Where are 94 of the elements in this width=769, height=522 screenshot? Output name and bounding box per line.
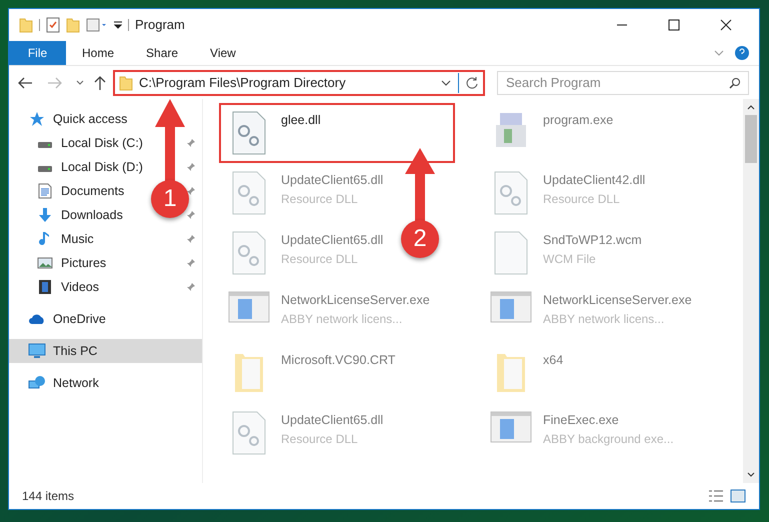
music-note-icon	[39, 231, 51, 247]
nav-item[interactable]: Downloads	[61, 206, 123, 224]
nav-item[interactable]: Local Disk (C:)	[61, 134, 143, 152]
nav-item[interactable]: Music	[61, 230, 94, 248]
file-item[interactable]: UpdateClient42.dll Resource DLL	[481, 163, 654, 223]
view-dropdown-icon[interactable]	[86, 18, 108, 32]
folder-icon	[119, 74, 133, 90]
window-title: Program	[135, 16, 185, 34]
document-icon	[38, 183, 52, 199]
pin-icon[interactable]	[186, 186, 196, 196]
folder-icon	[234, 351, 264, 393]
file-name: UpdateClient65.dll	[281, 412, 384, 429]
file-name: NetworkLicenseServer.exe	[543, 292, 692, 309]
file-type: ABBY network licens...	[281, 310, 404, 328]
scroll-thumb[interactable]	[745, 115, 757, 163]
cloud-icon	[28, 313, 46, 325]
nav-item[interactable]: Quick access	[9, 107, 202, 131]
gear-file-icon	[232, 411, 266, 455]
file-item[interactable]: NetworkLicenseServer.exe ABBY network licens...	[219, 283, 438, 343]
file-name: FineExec.exe	[543, 412, 620, 429]
window-app-icon	[228, 291, 270, 323]
nav-item[interactable]: Local Disk (D:)	[61, 158, 143, 176]
file-type: ABBY background exe...	[543, 430, 674, 448]
file-name: UpdateClient65.dll	[281, 232, 384, 249]
file-type: Resource DLL	[281, 430, 359, 448]
nav-item[interactable]: Videos	[61, 278, 99, 296]
large-icons-view-icon[interactable]	[730, 489, 746, 503]
nav-item[interactable]: OneDrive	[9, 307, 202, 331]
file-item[interactable]: Microsoft.VC90.CRT	[219, 343, 404, 403]
file-type: WCM File	[543, 250, 597, 268]
star-icon	[29, 111, 45, 127]
scrollbar[interactable]	[743, 99, 759, 483]
file-name: glee.dll	[281, 112, 321, 129]
film-icon	[38, 279, 52, 295]
window-app-icon	[490, 291, 532, 323]
nav-item[interactable]: Documents	[61, 182, 124, 200]
pin-icon[interactable]	[186, 234, 196, 244]
address-path: C:\Program Files\Program Directory	[139, 74, 347, 92]
file-type: ABBY network licens...	[543, 310, 666, 328]
monitor-icon	[28, 343, 46, 359]
gear-file-icon	[494, 171, 528, 215]
search-icon[interactable]	[729, 76, 741, 88]
picture-icon	[37, 256, 53, 270]
folder-icon	[496, 351, 526, 393]
up-arrow-icon[interactable]	[93, 74, 107, 90]
download-icon	[37, 207, 53, 223]
file-name: Microsoft.VC90.CRT	[281, 352, 396, 369]
file-item[interactable]: SndToWP12.wcm WCM File	[481, 223, 650, 283]
pin-icon[interactable]	[186, 282, 196, 292]
folder-icon	[19, 17, 33, 33]
file-item[interactable]: program.exe	[481, 103, 622, 163]
search-field[interactable]: Search Program	[497, 70, 749, 94]
pin-icon[interactable]	[186, 210, 196, 220]
file-item[interactable]: x64	[481, 343, 572, 403]
dropdown-caret-icon[interactable]	[440, 78, 452, 88]
file-item[interactable]: FineExec.exe ABBY background exe...	[481, 403, 682, 463]
recent-caret-icon[interactable]	[75, 78, 85, 86]
file-type: Resource DLL	[543, 190, 621, 208]
ribbon-tab[interactable]: File	[9, 41, 66, 65]
ribbon-tab[interactable]: Home	[66, 41, 130, 65]
gear-file-icon	[232, 111, 266, 155]
customize-caret-icon[interactable]	[114, 21, 122, 29]
file-type: Resource DLL	[281, 190, 359, 208]
file-item[interactable]: NetworkLicenseServer.exe ABBY network licens...	[481, 283, 700, 343]
nav-item[interactable]: Pictures	[61, 254, 106, 272]
file-item[interactable]: glee.dll	[219, 103, 455, 163]
back-arrow-icon[interactable]	[17, 76, 33, 90]
file-name: UpdateClient42.dll	[543, 172, 646, 189]
window-app-icon	[490, 411, 532, 443]
file-name: UpdateClient65.dll	[281, 172, 384, 189]
nav-item[interactable]: Network	[9, 371, 202, 395]
refresh-icon[interactable]	[465, 76, 479, 90]
file-name: SndToWP12.wcm	[543, 232, 642, 249]
file-item[interactable]: UpdateClient65.dll Resource DLL	[219, 163, 392, 223]
pin-icon[interactable]	[186, 138, 196, 148]
item-count: 144 items	[22, 488, 76, 505]
address-bar[interactable]: C:\Program Files\Program Directory	[113, 70, 485, 96]
nav-item[interactable]: This PC	[9, 339, 202, 363]
file-name: x64	[543, 352, 564, 369]
ribbon-tab[interactable]: View	[194, 41, 252, 65]
file-item[interactable]: UpdateClient65.dll Resource DLL	[219, 223, 392, 283]
details-view-icon[interactable]	[708, 489, 724, 503]
file-name: NetworkLicenseServer.exe	[281, 292, 430, 309]
ribbon-tab[interactable]: Share	[130, 41, 194, 65]
properties-icon[interactable]	[46, 17, 60, 33]
file-name: program.exe	[543, 112, 614, 129]
pin-icon[interactable]	[186, 162, 196, 172]
gear-file-icon	[232, 231, 266, 275]
new-folder-icon	[66, 17, 80, 33]
blank-file-icon	[494, 231, 528, 275]
file-item[interactable]: UpdateClient65.dll Resource DLL	[219, 403, 392, 463]
gear-file-icon	[232, 171, 266, 215]
pin-icon[interactable]	[186, 258, 196, 268]
file-type: Resource DLL	[281, 250, 359, 268]
